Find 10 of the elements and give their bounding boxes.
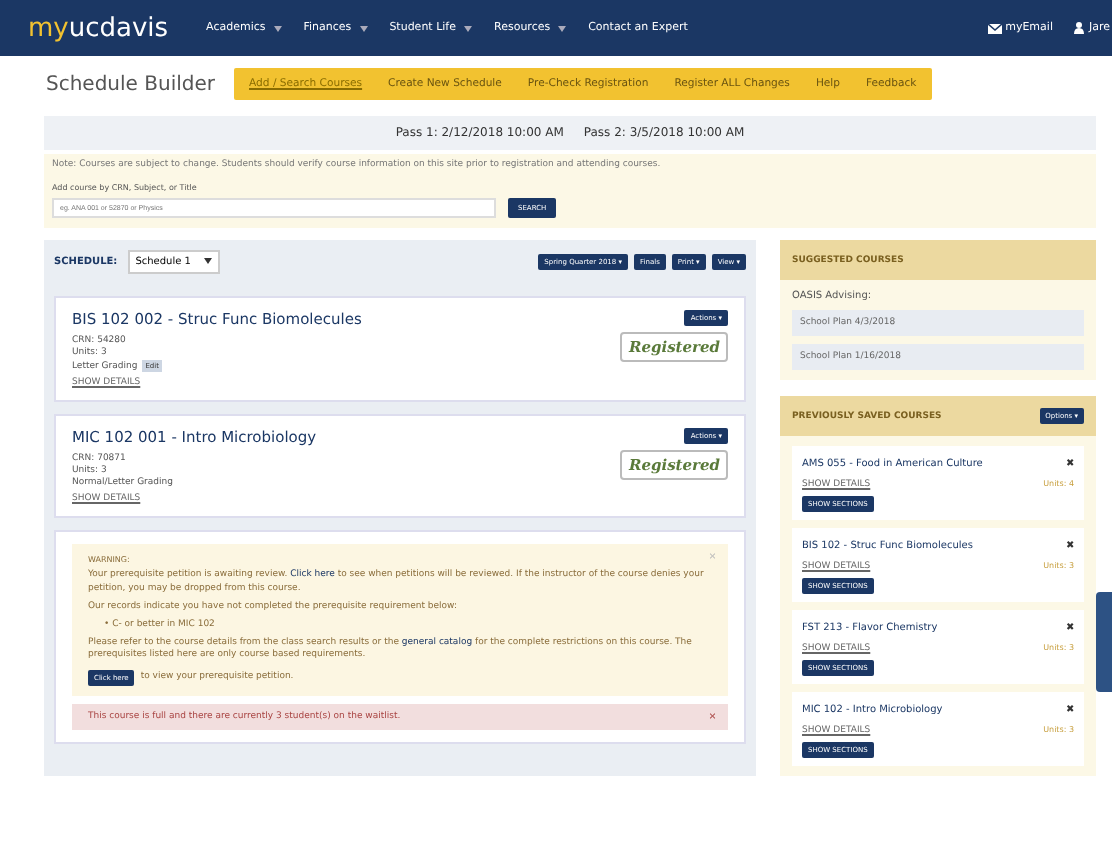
caret-icon bbox=[359, 25, 368, 31]
user-icon bbox=[1074, 22, 1085, 34]
logo[interactable]: myucdavis bbox=[28, 13, 169, 43]
envelope-icon bbox=[987, 23, 1002, 33]
caret-icon bbox=[273, 25, 282, 31]
page-title: Schedule Builder bbox=[46, 73, 215, 95]
caret-icon bbox=[204, 258, 213, 264]
caret-icon bbox=[464, 25, 472, 31]
side-tab[interactable] bbox=[1096, 592, 1112, 692]
caret-icon bbox=[558, 25, 567, 31]
